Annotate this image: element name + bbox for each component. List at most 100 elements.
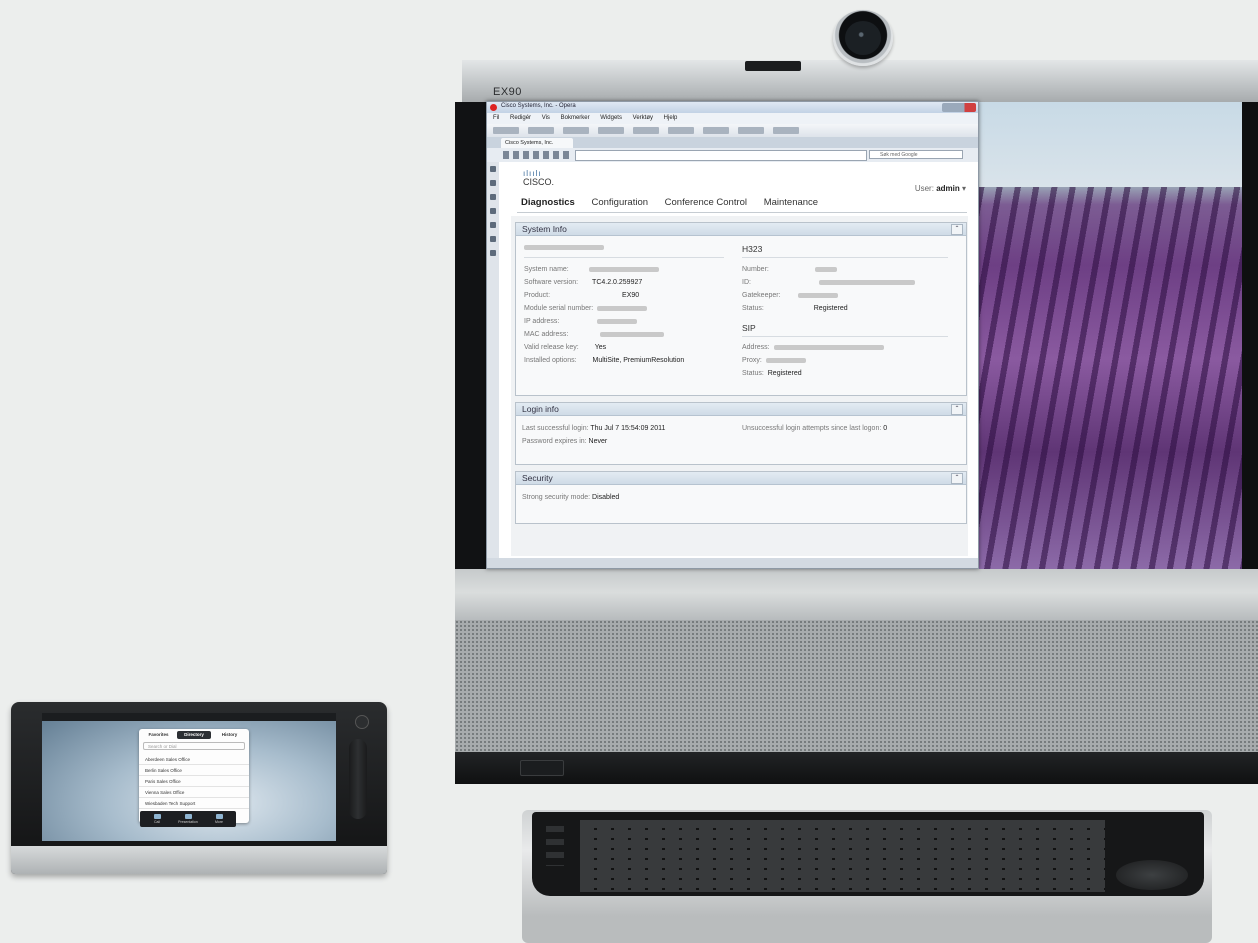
history-icon[interactable] bbox=[490, 236, 496, 242]
trackpad[interactable] bbox=[1116, 860, 1188, 890]
nav-diagnostics[interactable]: Diagnostics bbox=[521, 197, 575, 208]
dock-label: Presentation bbox=[178, 820, 198, 824]
speaker-grille bbox=[455, 620, 1258, 752]
menu-edit[interactable]: Redigér bbox=[510, 115, 531, 121]
row-label: MAC address: bbox=[524, 331, 569, 338]
tab-history[interactable]: History bbox=[213, 731, 246, 739]
volume-slider[interactable] bbox=[349, 739, 367, 819]
cisco-logo-text: CISCO. bbox=[523, 177, 555, 187]
user-menu[interactable]: User: admin ▾ bbox=[915, 184, 966, 193]
screen-edge bbox=[1242, 102, 1258, 569]
info-row: Gatekeeper: bbox=[742, 292, 839, 299]
row-label: Software version: bbox=[524, 279, 579, 286]
toolbar-button[interactable] bbox=[703, 127, 729, 134]
security-header[interactable]: Security ⌃ bbox=[516, 472, 966, 485]
collapse-icon[interactable]: ⌃ bbox=[951, 224, 963, 235]
collapse-icon[interactable]: ⌃ bbox=[951, 473, 963, 484]
opera-logo-icon bbox=[490, 104, 497, 111]
toolbar-button[interactable] bbox=[528, 127, 554, 134]
address-bar: Søk med Google bbox=[487, 148, 978, 162]
menu-tools[interactable]: Verktøy bbox=[633, 115, 653, 121]
info-row: Password expires in: Never bbox=[522, 438, 607, 445]
info-row: System name: bbox=[524, 266, 659, 273]
call-icon bbox=[153, 814, 161, 819]
info-row: Product: EX90 bbox=[524, 292, 639, 299]
row-value: Yes bbox=[594, 344, 607, 351]
menu-view[interactable]: Vis bbox=[542, 115, 550, 121]
list-item[interactable]: Vienna Sales Office bbox=[139, 788, 249, 798]
menu-bookmarks[interactable]: Bokmerker bbox=[561, 115, 590, 121]
list-item[interactable]: Paris Sales Office bbox=[139, 777, 249, 787]
menu-file[interactable]: Fil bbox=[493, 115, 499, 121]
navigation-buttons[interactable] bbox=[503, 151, 573, 159]
list-item[interactable]: Berlin Sales Office bbox=[139, 766, 249, 776]
window-controls[interactable] bbox=[942, 103, 976, 112]
row-label: Status: bbox=[742, 370, 764, 377]
info-row: Software version: TC4.2.0.259927 bbox=[524, 279, 642, 286]
system-info-header[interactable]: System Info ⌃ bbox=[516, 223, 966, 236]
keyboard-side-buttons[interactable] bbox=[546, 826, 564, 866]
dock-call[interactable]: Call bbox=[142, 813, 172, 825]
dock-more[interactable]: More bbox=[204, 813, 234, 825]
tab-favorites[interactable]: Favorites bbox=[142, 731, 175, 739]
row-label: IP address: bbox=[524, 318, 560, 325]
menu-help[interactable]: Hjelp bbox=[664, 115, 678, 121]
row-label: Proxy: bbox=[742, 357, 762, 364]
info-icon[interactable] bbox=[490, 250, 496, 256]
url-input[interactable] bbox=[575, 150, 867, 161]
toolbar-button[interactable] bbox=[668, 127, 694, 134]
touch-status-bar bbox=[42, 713, 336, 721]
notes-icon[interactable] bbox=[490, 208, 496, 214]
toolbar-button[interactable] bbox=[738, 127, 764, 134]
monitor-base bbox=[455, 752, 1258, 784]
mail-icon[interactable] bbox=[490, 180, 496, 186]
list-item[interactable]: Wiesbaden Tech Support bbox=[139, 799, 249, 809]
tab-directory[interactable]: Directory bbox=[177, 731, 211, 739]
collapse-icon[interactable]: ⌃ bbox=[951, 404, 963, 415]
dock-label: Call bbox=[153, 820, 161, 824]
toolbar-button[interactable] bbox=[598, 127, 624, 134]
directory-card: Favorites Directory History Search or Di… bbox=[139, 729, 249, 823]
system-info-title: System Info bbox=[522, 224, 567, 234]
brand-label: EX90 bbox=[493, 86, 522, 98]
keyboard-keys[interactable] bbox=[580, 820, 1105, 892]
web-page: ılıılı CISCO. User: admin ▾ Diagnostics … bbox=[501, 162, 978, 558]
dock-presentation[interactable]: Presentation bbox=[173, 813, 203, 825]
toolbar-button[interactable] bbox=[773, 127, 799, 134]
info-row: Unsuccessful login attempts since last l… bbox=[742, 425, 887, 432]
home-button-icon[interactable] bbox=[355, 715, 369, 729]
row-value: Thu Jul 7 15:54:09 2011 bbox=[590, 425, 666, 432]
row-label: Last successful login: bbox=[522, 425, 589, 432]
nav-configuration[interactable]: Configuration bbox=[592, 197, 649, 208]
login-info-panel: Login info ⌃ Last successful login: Thu J… bbox=[515, 402, 967, 465]
system-info-panel: System Info ⌃ System name: Software versi… bbox=[515, 222, 967, 396]
nav-maintenance[interactable]: Maintenance bbox=[764, 197, 818, 208]
menu-bar: Fil Redigér Vis Bokmerker Widgets Verktø… bbox=[487, 113, 978, 124]
toolbar-button[interactable] bbox=[563, 127, 589, 134]
downloads-icon[interactable] bbox=[490, 222, 496, 228]
browser-window: Cisco Systems, Inc. - Opera Fil Redigér … bbox=[486, 101, 979, 569]
row-value: EX90 bbox=[622, 292, 640, 299]
nav-conference-control[interactable]: Conference Control bbox=[665, 197, 747, 208]
list-item[interactable]: Aberdeen Sales Office bbox=[139, 755, 249, 765]
bookmarks-icon[interactable] bbox=[490, 166, 496, 172]
menu-widgets[interactable]: Widgets bbox=[600, 115, 622, 121]
row-value: 0 bbox=[883, 425, 888, 432]
toolbar-button[interactable] bbox=[633, 127, 659, 134]
info-row: Last successful login: Thu Jul 7 15:54:0… bbox=[522, 425, 665, 432]
search-input[interactable]: Søk med Google bbox=[869, 150, 963, 159]
login-info-header[interactable]: Login info ⌃ bbox=[516, 403, 966, 416]
browser-tab[interactable]: Cisco Systems, Inc. bbox=[501, 138, 573, 148]
toolbar-button[interactable] bbox=[493, 127, 519, 134]
info-row: ID: bbox=[742, 279, 915, 286]
info-row: Strong security mode: Disabled bbox=[522, 494, 619, 501]
row-label: Number: bbox=[742, 266, 769, 273]
main-nav: Diagnostics Configuration Conference Con… bbox=[521, 197, 971, 211]
directory-search-input[interactable]: Search or Dial bbox=[143, 742, 245, 750]
info-row: Address: bbox=[742, 344, 884, 351]
share-icon[interactable] bbox=[490, 194, 496, 200]
section-divider bbox=[742, 336, 948, 337]
row-label: Valid release key: bbox=[524, 344, 579, 351]
monitor-button[interactable] bbox=[520, 760, 564, 776]
login-info-title: Login info bbox=[522, 404, 559, 414]
